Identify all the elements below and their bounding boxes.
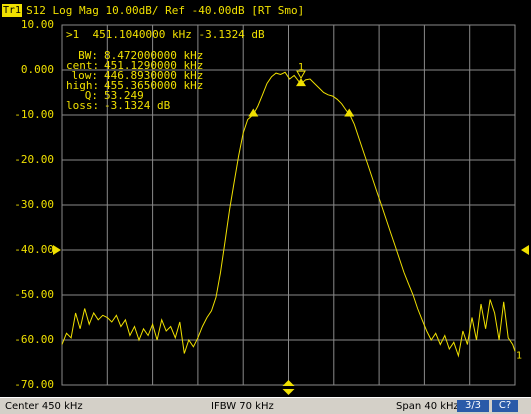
y-tick-label: -50.00 <box>14 288 54 301</box>
status-bar: Center 450 kHz IFBW 70 kHz Span 40 kHz 3… <box>0 397 531 414</box>
center-bottom-marker <box>282 380 295 386</box>
marker-number-label: 1 <box>298 62 304 73</box>
y-tick-label: 10.00 <box>20 18 54 31</box>
center-frequency[interactable]: Center 450 kHz <box>5 400 83 413</box>
y-tick-label: 0.000 <box>20 63 54 76</box>
center-bottom-marker <box>282 389 295 395</box>
marker-readout: >1 451.1040000 kHz -3.1324 dB <box>66 28 265 41</box>
ref-level-right-arrow <box>521 245 529 255</box>
y-tick-label: -30.00 <box>14 198 54 211</box>
frequency-span[interactable]: Span 40 kHz <box>396 400 459 413</box>
y-tick-label: -60.00 <box>14 333 54 346</box>
y-tick-label: -20.00 <box>14 153 54 166</box>
y-tick-label: -10.00 <box>14 108 54 121</box>
y-tick-label: -70.00 <box>14 378 54 391</box>
analyzer-screen: Tr1 S12 Log Mag 10.00dB/ Ref -40.00dB [R… <box>0 0 531 414</box>
bandwidth-search-results: BW: 8.472000000 kHz cent: 451.1290000 kH… <box>66 50 203 112</box>
y-tick-label: -40.00 <box>14 243 54 256</box>
markers: 11 <box>248 62 522 361</box>
page-indicator[interactable]: 3/3 <box>457 400 489 412</box>
if-bandwidth[interactable]: IFBW 70 kHz <box>211 400 274 413</box>
ref-level-left-arrow <box>53 245 61 255</box>
reference-indicators <box>53 245 529 395</box>
bw-row-loss: loss: -3.1324 dB <box>66 99 203 112</box>
bandwidth-marker <box>248 108 259 117</box>
trace-end-marker-label: 1 <box>516 350 522 361</box>
loss-label: loss: <box>66 99 100 112</box>
channel-indicator[interactable]: C? <box>492 400 518 412</box>
loss-value: -3.1324 dB <box>104 99 171 112</box>
